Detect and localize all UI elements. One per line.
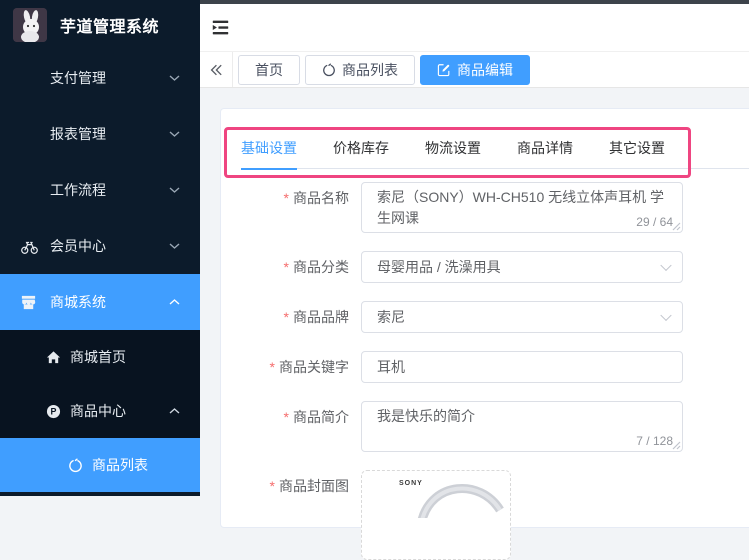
headphone-image [417, 484, 504, 518]
sidebar-collapse-button[interactable] [211, 18, 230, 37]
cover-image-upload[interactable]: SONY [361, 470, 511, 560]
form-tabs: 基础设置 价格库存 物流设置 商品详情 其它设置 [241, 129, 749, 170]
sidebar-item-member-center[interactable]: 会员中心 [0, 218, 200, 274]
logo-row: 芋道管理系统 [0, 0, 200, 50]
app-logo-rabbit-icon [13, 8, 47, 42]
required-asterisk: * [283, 259, 289, 275]
chevron-up-icon [169, 299, 180, 305]
p-badge-icon: P [46, 404, 64, 419]
sidebar-item-product-list[interactable]: 商品列表 [0, 438, 200, 492]
tab-price-stock[interactable]: 价格库存 [333, 129, 389, 169]
store-icon [20, 294, 44, 311]
field-label: 商品封面图 [279, 478, 349, 494]
resize-grip[interactable] [672, 441, 681, 450]
edit-icon [437, 63, 450, 76]
chevron-down-icon [169, 131, 180, 137]
sidebar-item-mall-home[interactable]: 商城首页 [0, 330, 200, 384]
required-asterisk: * [283, 409, 289, 425]
tags-bar: 首页 商品列表 商品编辑 [200, 52, 749, 88]
main-area: 首页 商品列表 商品编辑 基础设置 价格库存 物流设置 商品详情 其它设置 * … [200, 0, 749, 560]
svg-text:P: P [51, 406, 57, 416]
form-row-brand: * 商品品牌 索尼 [241, 301, 749, 333]
field-label: 商品关键字 [279, 359, 349, 375]
chevron-down-icon [169, 243, 180, 249]
tag-home[interactable]: 首页 [238, 54, 300, 85]
required-asterisk: * [283, 190, 289, 206]
tags-scroll-left-button[interactable] [200, 52, 233, 87]
tab-logistics-settings[interactable]: 物流设置 [425, 129, 481, 169]
required-asterisk: * [269, 478, 275, 494]
sidebar-item-report[interactable]: 报表管理 [0, 106, 200, 162]
form-row-intro: * 商品简介 我是快乐的简介 7 / 128 [241, 401, 749, 452]
chevron-up-icon [169, 408, 180, 414]
ring-icon [323, 62, 335, 76]
sidebar-item-workflow[interactable]: 工作流程 [0, 162, 200, 218]
tab-other-settings[interactable]: 其它设置 [609, 129, 665, 169]
form-row-keyword: * 商品关键字 [241, 351, 749, 383]
sidebar-item-payment[interactable]: 支付管理 [0, 50, 200, 106]
home-icon [46, 350, 64, 365]
sidebar: 芋道管理系统 支付管理 报表管理 工作流程 会员中心 商城系统 商城首页 P 商… [0, 0, 200, 496]
field-label: 商品简介 [293, 409, 349, 425]
product-edit-card: 基础设置 价格库存 物流设置 商品详情 其它设置 * 商品名称 索尼（SONY）W… [220, 108, 749, 560]
sidebar-item-product-center[interactable]: P 商品中心 [0, 384, 200, 438]
char-counter: 7 / 128 [632, 435, 673, 447]
navbar [200, 4, 749, 52]
ring-icon [68, 458, 86, 473]
chevron-down-icon [660, 259, 672, 272]
tag-product-edit[interactable]: 商品编辑 [420, 54, 530, 85]
tag-product-list[interactable]: 商品列表 [305, 54, 415, 85]
product-brand-select[interactable]: 索尼 [361, 301, 683, 333]
chevron-down-icon [169, 187, 180, 193]
required-asterisk: * [283, 309, 289, 325]
resize-grip[interactable] [672, 222, 681, 231]
page-content: 基础设置 价格库存 物流设置 商品详情 其它设置 * 商品名称 索尼（SONY）W… [200, 88, 749, 560]
sidebar-menu: 支付管理 报表管理 工作流程 会员中心 商城系统 商城首页 P 商品中心 商品列… [0, 50, 200, 492]
form-row-cover: * 商品封面图 SONY [241, 470, 749, 560]
field-label: 商品分类 [293, 259, 349, 275]
chevron-down-icon [660, 309, 672, 322]
bicycle-icon [20, 237, 44, 256]
double-chevron-left-icon [210, 64, 222, 75]
char-counter: 29 / 64 [632, 216, 673, 228]
form-row-category: * 商品分类 母婴用品 / 洗澡用具 [241, 251, 749, 283]
product-form: * 商品名称 索尼（SONY）WH-CH510 无线立体声耳机 学生网课 29 /… [241, 182, 749, 560]
tab-basic-settings[interactable]: 基础设置 [241, 129, 297, 170]
product-category-select[interactable]: 母婴用品 / 洗澡用具 [361, 251, 683, 283]
chevron-down-icon [169, 75, 180, 81]
form-row-name: * 商品名称 索尼（SONY）WH-CH510 无线立体声耳机 学生网课 29 /… [241, 182, 749, 233]
mall-submenu: 商城首页 P 商品中心 商品列表 [0, 330, 200, 492]
field-label: 商品名称 [293, 190, 349, 206]
tab-product-detail[interactable]: 商品详情 [517, 129, 573, 169]
app-title: 芋道管理系统 [60, 19, 160, 36]
required-asterisk: * [269, 359, 275, 375]
field-label: 商品品牌 [293, 309, 349, 325]
sidebar-item-mall-system[interactable]: 商城系统 [0, 274, 200, 330]
product-keyword-input[interactable] [361, 351, 683, 383]
